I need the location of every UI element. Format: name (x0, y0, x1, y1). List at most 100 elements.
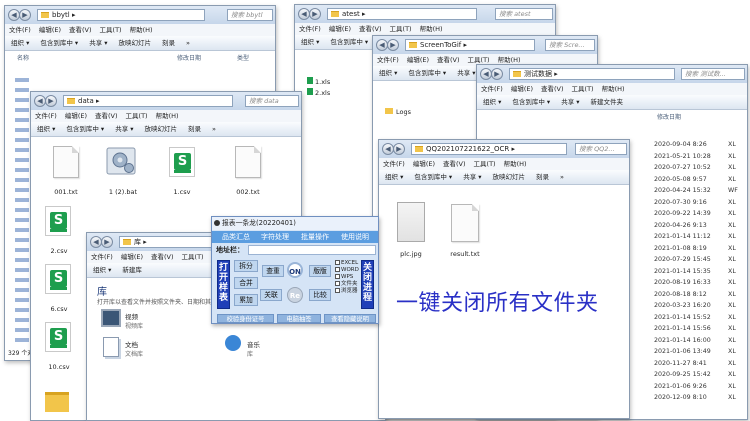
menu-edit[interactable]: 编辑(E) (407, 56, 429, 64)
open-sheet-button[interactable]: 打开样表 (217, 260, 230, 309)
document-library-icon[interactable] (103, 337, 119, 357)
col-type[interactable]: 类型 (237, 53, 249, 64)
burn-button[interactable]: 刻录 (536, 173, 549, 181)
text-file-icon[interactable] (53, 146, 79, 178)
menu-file[interactable]: 文件(F) (9, 26, 31, 34)
organize-button[interactable]: 组织 ▾ (483, 98, 501, 106)
address-bar[interactable]: 测试数据 ▸ (509, 68, 675, 80)
list-item[interactable]: Logs (385, 108, 411, 116)
menu-help[interactable]: 帮助(H) (130, 26, 153, 34)
menu-help[interactable]: 帮助(H) (504, 160, 527, 168)
dedupe-button[interactable]: 查重 (262, 265, 284, 277)
tab-batch[interactable]: 批量操作 (301, 231, 329, 243)
version-button[interactable]: 版版 (309, 265, 331, 277)
music-library-icon[interactable] (225, 335, 241, 351)
include-library-button[interactable]: 包含到库中 ▾ (330, 38, 368, 46)
image-file-icon[interactable] (397, 202, 425, 242)
address-bar[interactable]: ScreenToGif ▸ (405, 39, 535, 51)
spreadsheet-icon[interactable]: S (45, 322, 71, 352)
new-folder-button[interactable]: 新建文件夹 (591, 98, 624, 106)
split-button[interactable]: 拆分 (234, 260, 258, 272)
organize-button[interactable]: 组织 ▾ (385, 173, 403, 181)
forward-icon[interactable]: ▶ (387, 39, 399, 51)
close-process-button[interactable]: 关闭进程 (361, 260, 374, 309)
forward-icon[interactable]: ▶ (19, 9, 31, 21)
nav-buttons[interactable]: ◀ ▶ (90, 236, 114, 248)
slideshow-button[interactable]: 放映幻灯片 (145, 125, 178, 133)
share-button[interactable]: 共享 ▾ (463, 173, 481, 181)
nav-buttons[interactable]: ◀ ▶ (376, 39, 400, 51)
forward-icon[interactable]: ▶ (393, 143, 405, 155)
text-file-icon[interactable] (451, 204, 479, 242)
search-input[interactable]: 搜索 data (245, 95, 299, 107)
checkbox-excel[interactable]: EXCEL (335, 260, 358, 267)
menu-tools[interactable]: 工具(T) (182, 253, 204, 261)
slideshow-button[interactable]: 放映幻灯片 (119, 39, 152, 47)
menu-view[interactable]: 查看(V) (359, 25, 382, 33)
menu-tools[interactable]: 工具(T) (474, 160, 496, 168)
menu-file[interactable]: 文件(F) (91, 253, 113, 261)
address-bar[interactable]: QQ20210722162​2_OCR ▸ (411, 143, 567, 155)
organize-button[interactable]: 组织 ▾ (301, 38, 319, 46)
include-library-button[interactable]: 包含到库中 ▾ (414, 173, 452, 181)
checkbox-browser[interactable]: 浏览器 (335, 288, 358, 295)
list-item[interactable]: 1.xls (307, 77, 330, 86)
search-input[interactable]: 搜索 QQ2... (575, 143, 627, 155)
list-item[interactable]: 2.xls (307, 88, 330, 97)
verify-id-button[interactable]: 校验身份证号 (217, 314, 274, 323)
address-bar[interactable]: atest ▸ (327, 8, 477, 20)
menu-help[interactable]: 帮助(H) (156, 112, 179, 120)
share-button[interactable]: 共享 ▾ (561, 98, 579, 106)
tab-string[interactable]: 字符处理 (261, 231, 289, 243)
menu-view[interactable]: 查看(V) (437, 56, 460, 64)
menu-tools[interactable]: 工具(T) (126, 112, 148, 120)
menu-file[interactable]: 文件(F) (35, 112, 57, 120)
checkbox-word[interactable]: WORD (335, 267, 359, 274)
include-library-button[interactable]: 包含到库中 ▾ (512, 98, 550, 106)
hidden-help-button[interactable]: 查看隐藏说明 (324, 314, 376, 323)
menu-tools[interactable]: 工具(T) (100, 26, 122, 34)
menu-view[interactable]: 查看(V) (69, 26, 92, 34)
search-input[interactable]: 搜索 atest (495, 8, 553, 20)
menu-file[interactable]: 文件(F) (481, 85, 503, 93)
menu-tools[interactable]: 工具(T) (572, 85, 594, 93)
menu-edit[interactable]: 编辑(E) (65, 112, 87, 120)
include-library-button[interactable]: 包含到库中 ▾ (40, 39, 78, 47)
organize-button[interactable]: 组织 ▾ (379, 69, 397, 77)
include-library-button[interactable]: 包含到库中 ▾ (408, 69, 446, 77)
address-input[interactable] (248, 245, 376, 255)
menu-file[interactable]: 文件(F) (383, 160, 405, 168)
tab-category[interactable]: 品类汇总 (222, 231, 250, 243)
organize-button[interactable]: 组织 ▾ (37, 125, 55, 133)
more-button[interactable]: » (212, 125, 216, 133)
merge-button[interactable]: 合并 (234, 277, 258, 289)
share-button[interactable]: 共享 ▾ (115, 125, 133, 133)
spreadsheet-icon[interactable]: S (45, 206, 71, 236)
accumulate-button[interactable]: 累加 (234, 294, 258, 306)
on-toggle[interactable]: ON (287, 262, 303, 278)
menu-tools[interactable]: 工具(T) (390, 25, 412, 33)
address-bar[interactable]: bbytl ▸ (37, 9, 205, 21)
menu-edit[interactable]: 编辑(E) (413, 160, 435, 168)
address-bar[interactable]: data ▸ (63, 95, 233, 107)
menu-view[interactable]: 查看(V) (151, 253, 174, 261)
menu-help[interactable]: 帮助(H) (602, 85, 625, 93)
burn-button[interactable]: 刻录 (188, 125, 201, 133)
nav-buttons[interactable]: ◀ ▶ (382, 143, 406, 155)
forward-icon[interactable]: ▶ (45, 95, 57, 107)
menu-view[interactable]: 查看(V) (443, 160, 466, 168)
nav-buttons[interactable]: ◀ ▶ (8, 9, 32, 21)
explorer-window-ocr[interactable]: ◀ ▶ QQ20210722162​2_OCR ▸ 搜索 QQ2... 文件(F)… (378, 139, 630, 419)
burn-button[interactable]: 刻录 (162, 39, 175, 47)
share-button[interactable]: 共享 ▾ (457, 69, 475, 77)
bat-file-icon[interactable] (105, 144, 139, 178)
col-name[interactable]: 名称 (17, 53, 29, 64)
nav-buttons[interactable]: ◀ ▶ (34, 95, 58, 107)
share-button[interactable]: 共享 ▾ (89, 39, 107, 47)
menu-edit[interactable]: 编辑(E) (121, 253, 143, 261)
relate-button[interactable]: 关联 (260, 289, 282, 301)
compare-button[interactable]: 比较 (309, 289, 331, 301)
include-library-button[interactable]: 包含到库中 ▾ (66, 125, 104, 133)
lottery-button[interactable]: 电脑抽签 (277, 314, 321, 323)
spreadsheet-icon[interactable]: S (169, 147, 195, 177)
